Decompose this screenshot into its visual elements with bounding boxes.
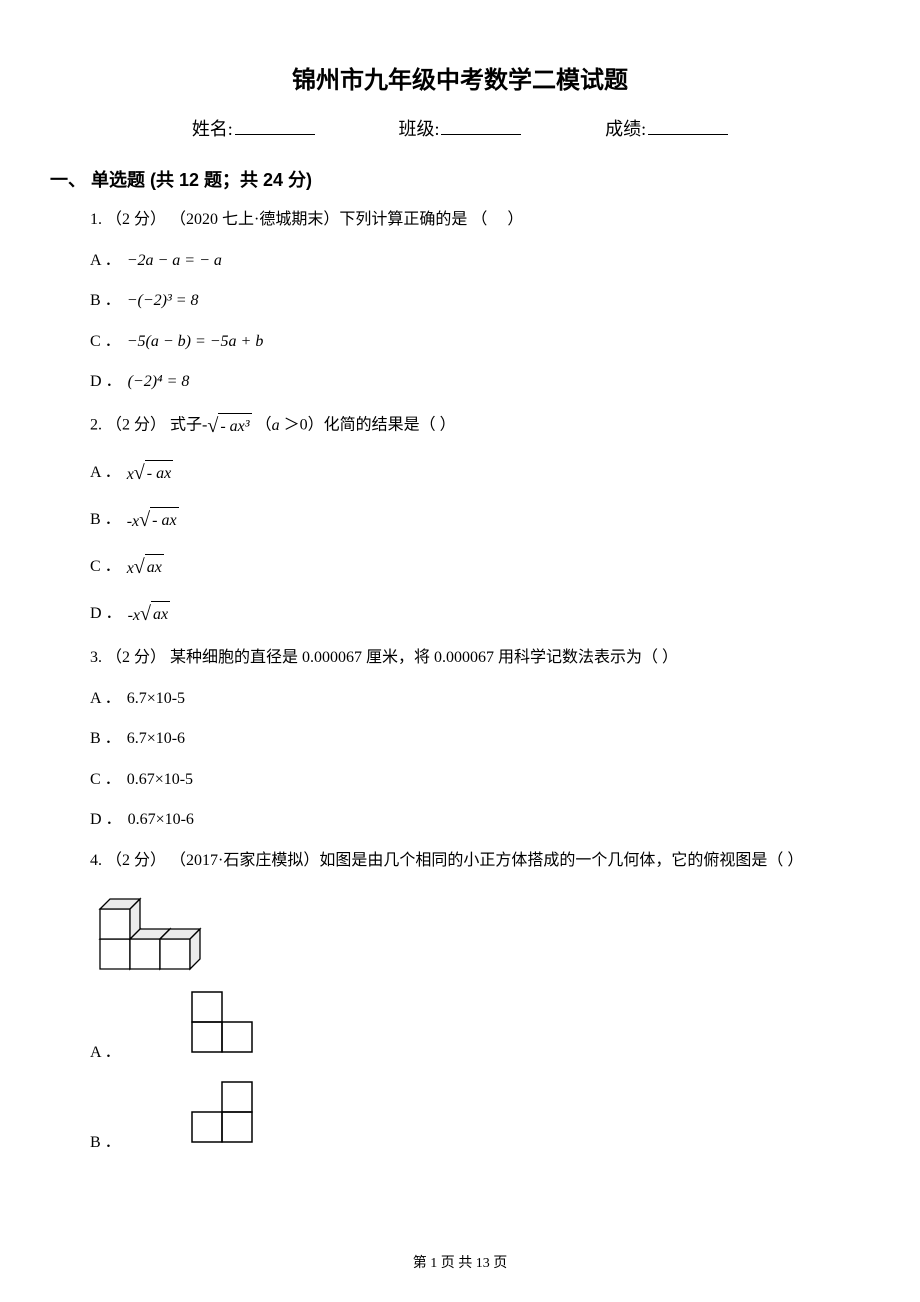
q3-b-text: 6.7×10‑6 <box>127 726 185 752</box>
q3-a-label: A ． <box>90 686 121 712</box>
q2-option-b: B ． -x√- ax <box>90 504 870 536</box>
q2-sqrt-content: - ax³ <box>218 413 251 440</box>
q2-d-label: D ． <box>90 601 122 627</box>
q1-b-formula: −(−2)³ = 8 <box>127 288 199 314</box>
class-field: 班级: <box>398 115 521 141</box>
q3-option-d: D ． 0.67×10‑6 <box>90 807 870 833</box>
q2-d-formula: -x√ax <box>128 598 171 630</box>
q2-option-d: D ． -x√ax <box>90 598 870 630</box>
score-blank[interactable] <box>648 117 728 135</box>
q3-d-label: D ． <box>90 807 122 833</box>
q2-b-formula: -x√- ax <box>127 504 179 536</box>
question-4: 4. （2 分） （2017·石家庄模拟）如图是由几个相同的小正方体搭成的一个几… <box>90 848 870 874</box>
q4-option-a: A ． <box>90 987 870 1062</box>
q2-b-label: B ． <box>90 507 121 533</box>
q1-option-b: B ． −(−2)³ = 8 <box>90 288 870 314</box>
q2-a-x: x <box>127 466 134 483</box>
q2-d-x: -x <box>128 607 140 624</box>
q1-c-label: C ． <box>90 329 121 355</box>
q3-option-b: B ． 6.7×10‑6 <box>90 726 870 752</box>
q2-b-root: - ax <box>150 507 178 534</box>
q1-stem: 1. （2 分） （2020 七上·德城期末）下列计算正确的是 （ ） <box>90 207 870 233</box>
q3-c-label: C ． <box>90 767 121 793</box>
class-blank[interactable] <box>441 117 521 135</box>
q1-a-label: A ． <box>90 248 121 274</box>
q4-a-topview-icon <box>187 987 257 1057</box>
class-label: 班级: <box>398 115 439 141</box>
q2-c-label: C ． <box>90 554 121 580</box>
q1-b-label: B ． <box>90 288 121 314</box>
question-1: 1. （2 分） （2020 七上·德城期末）下列计算正确的是 （ ） A ． … <box>90 207 870 395</box>
q2-a-label: A ． <box>90 460 121 486</box>
q2-stem-suffix: ＞0）化简的结果是（ ） <box>280 417 456 434</box>
score-field: 成绩: <box>605 115 728 141</box>
q1-option-d: D ． (−2)⁴ = 8 <box>90 369 870 395</box>
q2-stem: 2. （2 分） 式子-√- ax³ （a ＞0）化简的结果是（ ） <box>90 410 870 442</box>
q4-option-b: B ． <box>90 1077 870 1152</box>
q4-b-label: B ． <box>90 1128 121 1152</box>
section-1-title: 一、 单选题 (共 12 题；共 24 分) <box>50 166 870 192</box>
q1-option-c: C ． −5(a − b) = −5a + b <box>90 329 870 355</box>
name-blank[interactable] <box>235 117 315 135</box>
student-info-line: 姓名: 班级: 成绩: <box>50 115 870 141</box>
q2-d-root: ax <box>151 601 170 628</box>
q2-c-formula: x√ax <box>127 551 164 583</box>
q1-d-label: D ． <box>90 369 122 395</box>
q2-stem-prefix: 2. （2 分） 式子- <box>90 417 207 434</box>
q2-option-a: A ． x√- ax <box>90 457 870 489</box>
q3-option-c: C ． 0.67×10‑5 <box>90 767 870 793</box>
q1-c-formula: −5(a − b) = −5a + b <box>127 329 264 355</box>
q2-stem-mid: （ <box>252 417 272 434</box>
q2-option-c: C ． x√ax <box>90 551 870 583</box>
q4-a-label: A ． <box>90 1038 121 1062</box>
name-label: 姓名: <box>192 115 233 141</box>
q2-sqrt-icon: √- ax³ <box>207 410 251 442</box>
q1-d-formula: (−2)⁴ = 8 <box>128 369 190 395</box>
question-3: 3. （2 分） 某种细胞的直径是 0.000067 厘米，将 0.000067… <box>90 645 870 833</box>
q3-option-a: A ． 6.7×10‑5 <box>90 686 870 712</box>
q3-c-text: 0.67×10‑5 <box>127 767 193 793</box>
q3-b-label: B ． <box>90 726 121 752</box>
q2-a-formula: x√- ax <box>127 457 174 489</box>
q1-stem-text: 1. （2 分） （2020 七上·德城期末）下列计算正确的是 <box>90 211 467 228</box>
q1-option-a: A ． −2a − a = − a <box>90 248 870 274</box>
q3-a-text: 6.7×10‑5 <box>127 686 185 712</box>
score-label: 成绩: <box>605 115 646 141</box>
q1-answer-bracket: （ ） <box>471 211 523 228</box>
cube-structure-icon <box>90 889 230 979</box>
q4-b-topview-icon <box>187 1077 257 1147</box>
page-title: 锦州市九年级中考数学二模试题 <box>50 60 870 95</box>
page-footer: 第 1 页 共 13 页 <box>50 1252 870 1272</box>
question-2: 2. （2 分） 式子-√- ax³ （a ＞0）化简的结果是（ ） A ． x… <box>90 410 870 630</box>
q2-c-x: x <box>127 560 134 577</box>
q2-a-root: - ax <box>145 460 173 487</box>
q4-stem: 4. （2 分） （2017·石家庄模拟）如图是由几个相同的小正方体搭成的一个几… <box>90 848 870 874</box>
q3-d-text: 0.67×10‑6 <box>128 807 194 833</box>
q4-geometry-figure <box>90 889 870 979</box>
name-field: 姓名: <box>192 115 315 141</box>
q1-a-formula: −2a − a = − a <box>127 248 222 274</box>
q2-c-root: ax <box>145 554 164 581</box>
q2-b-x: -x <box>127 513 139 530</box>
q3-stem: 3. （2 分） 某种细胞的直径是 0.000067 厘米，将 0.000067… <box>90 645 870 671</box>
q2-stem-var: a <box>272 413 280 439</box>
